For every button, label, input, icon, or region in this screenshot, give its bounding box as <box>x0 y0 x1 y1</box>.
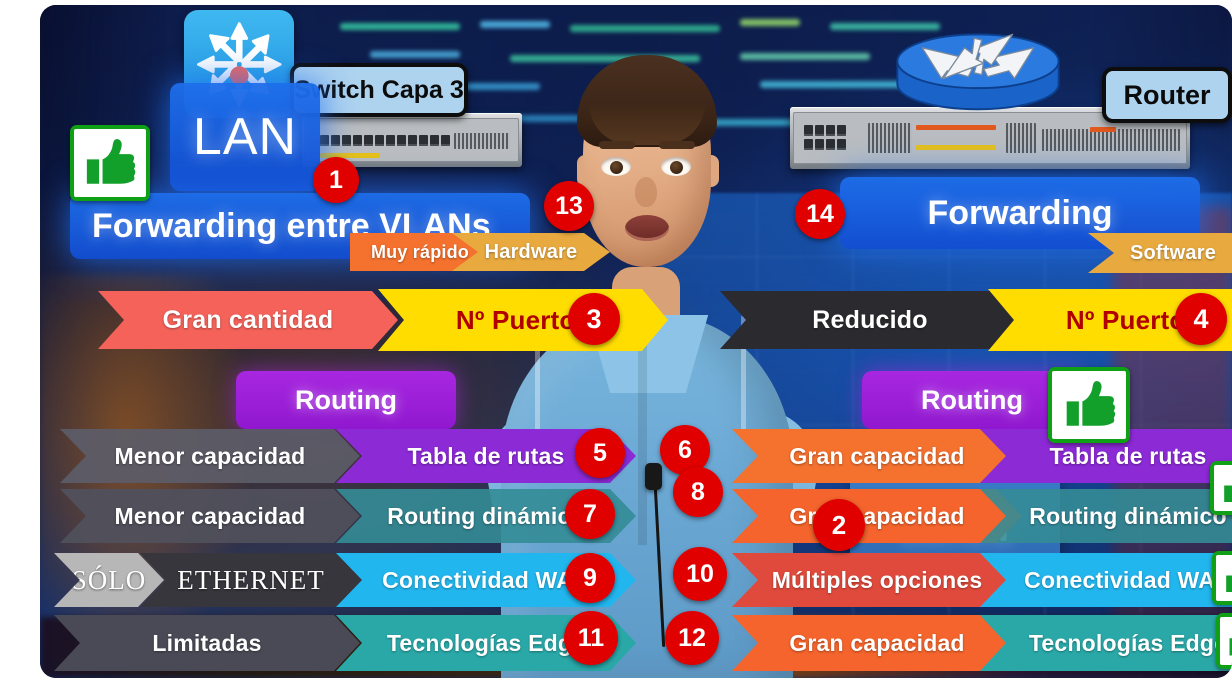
thumbs-up-icon <box>1048 367 1130 443</box>
thumbs-up-inner <box>1052 371 1126 439</box>
badge-7[interactable]: 7 <box>565 489 615 539</box>
presenter-iris-right <box>670 161 683 174</box>
badge-14-label: 14 <box>806 199 834 228</box>
presenter-nose <box>635 177 657 207</box>
row-route-table-right-value-label: Gran capacidad <box>789 442 965 469</box>
row-wan-right-value-label: Múltiples opciones <box>771 566 983 593</box>
router-port-bank-bottom <box>804 139 846 150</box>
left-routing-plate: Routing <box>236 371 456 429</box>
row-edge-left-value-label: Limitadas <box>152 629 262 656</box>
badge-10[interactable]: 10 <box>673 547 727 601</box>
thumbs-up-inner <box>74 129 146 197</box>
row-dynamic-right-value: Gran capacidad <box>732 489 1022 543</box>
badge-11[interactable]: 11 <box>564 611 618 665</box>
row-dynamic-right-value-label: Gran capacidad <box>789 502 965 529</box>
badge-3-label: 3 <box>586 303 602 334</box>
background-code-line <box>340 23 460 30</box>
background-code-line <box>370 51 460 58</box>
switch-port-bank <box>320 135 450 146</box>
row-dynamic-right-feature: Routing dinámico <box>980 489 1232 543</box>
row-dynamic-right-feature-label: Routing dinámico <box>1029 502 1227 529</box>
lan-label: LAN <box>192 108 298 166</box>
presenter-lavalier-mic <box>645 463 662 490</box>
router-callout-label: Router <box>1123 79 1211 110</box>
row-dynamic-left-value-label: Menor capacidad <box>114 502 306 529</box>
badge-14[interactable]: 14 <box>795 189 845 239</box>
badge-2-label: 2 <box>831 509 847 540</box>
router-callout: Router <box>1102 67 1232 123</box>
right-forwarding-label: Forwarding <box>927 193 1113 232</box>
thumbs-up-icon <box>70 125 150 201</box>
row-wan-right-feature-label: Conectividad WAN <box>1024 566 1232 593</box>
row-route-table-left-value-label: Menor capacidad <box>114 442 306 469</box>
thumbs-up-inner <box>1214 465 1232 511</box>
badge-8[interactable]: 8 <box>673 467 723 517</box>
row-wan-left-value: ETHERNET <box>140 553 362 607</box>
badge-2[interactable]: 2 <box>813 499 865 551</box>
badge-11-label: 11 <box>577 623 605 652</box>
row-wan-right-value: Múltiples opciones <box>732 553 1022 607</box>
badge-1[interactable]: 1 <box>313 157 359 203</box>
thumbs-up-inner <box>1216 555 1232 601</box>
router-strip-orange <box>916 125 996 130</box>
badge-9-label: 9 <box>583 563 597 592</box>
badge-5[interactable]: 5 <box>575 428 625 478</box>
thumbs-up-icon <box>1210 461 1232 515</box>
presenter-iris-left <box>610 161 623 174</box>
row-edge-right-value: Gran capacidad <box>732 615 1022 671</box>
row-ports-left-value: Gran cantidad <box>98 291 398 349</box>
row-edge-right-feature: Tecnologías Edge <box>980 615 1232 671</box>
badge-4-label: 4 <box>1193 303 1209 334</box>
badge-10-label: 10 <box>686 559 714 588</box>
row-wan-left-value-label: ETHERNET <box>177 564 325 595</box>
row-edge-right-value-label: Gran capacidad <box>789 629 965 656</box>
router-strip-orange-2 <box>1090 127 1116 132</box>
router-port-bank-top <box>804 125 846 136</box>
row-ports-left-feature-label: Nº Puertos <box>455 304 591 335</box>
thumbs-up-inner <box>1220 617 1232 665</box>
badge-4[interactable]: 4 <box>1175 293 1227 345</box>
badge-5-label: 5 <box>593 438 607 467</box>
row-route-table-left-value: Menor capacidad <box>60 429 360 483</box>
router-icon <box>890 19 1066 115</box>
row-wan-right-feature: Conectividad WAN <box>980 553 1232 607</box>
row-ports-left-feature: Nº Puertos <box>378 289 668 351</box>
row-edge-left-value: Limitadas <box>54 615 360 671</box>
row-route-table-right-feature-label: Tabla de rutas <box>1049 442 1207 469</box>
row-dynamic-left-value: Menor capacidad <box>60 489 360 543</box>
router-vent <box>868 123 912 153</box>
presenter-brow-right <box>659 141 695 149</box>
row-edge-right-feature-label: Tecnologías Edge <box>1028 629 1228 656</box>
left-routing-label: Routing <box>295 384 397 415</box>
row-route-table-right-value: Gran capacidad <box>732 429 1022 483</box>
badge-13-label: 13 <box>555 191 583 220</box>
badge-7-label: 7 <box>583 499 597 528</box>
badge-13[interactable]: 13 <box>544 181 594 231</box>
presenter-eye-left <box>601 157 631 176</box>
video-frame: Switch Capa 3 Router LAN WAN <box>40 5 1232 678</box>
lan-plate: LAN <box>170 83 320 191</box>
router-module <box>1042 129 1180 151</box>
screenshot-root: Switch Capa 3 Router LAN WAN <box>0 0 1232 683</box>
badge-1-label: 1 <box>329 165 343 194</box>
presenter-brow-left <box>599 141 635 149</box>
badge-8-label: 8 <box>691 477 705 506</box>
presenter-mouth <box>625 215 669 241</box>
router-strip-yellow <box>916 145 996 150</box>
presenter-placket <box>638 345 647 545</box>
thumbs-up-icon <box>1212 551 1232 605</box>
right-routing-label: Routing <box>921 384 1023 415</box>
router-vent-2 <box>1006 123 1036 153</box>
row-ports-right-value-label: Reducido <box>812 305 928 334</box>
badge-3[interactable]: 3 <box>568 293 620 345</box>
badge-9[interactable]: 9 <box>565 553 615 603</box>
badge-6-label: 6 <box>678 435 692 464</box>
thumbs-up-icon <box>1216 613 1232 669</box>
presenter-eye-right <box>661 157 691 176</box>
badge-12-label: 12 <box>678 623 706 652</box>
row-ports-right-value: Reducido <box>720 291 1020 349</box>
badge-12[interactable]: 12 <box>665 611 719 665</box>
row-ports-left-value-label: Gran cantidad <box>162 305 334 334</box>
